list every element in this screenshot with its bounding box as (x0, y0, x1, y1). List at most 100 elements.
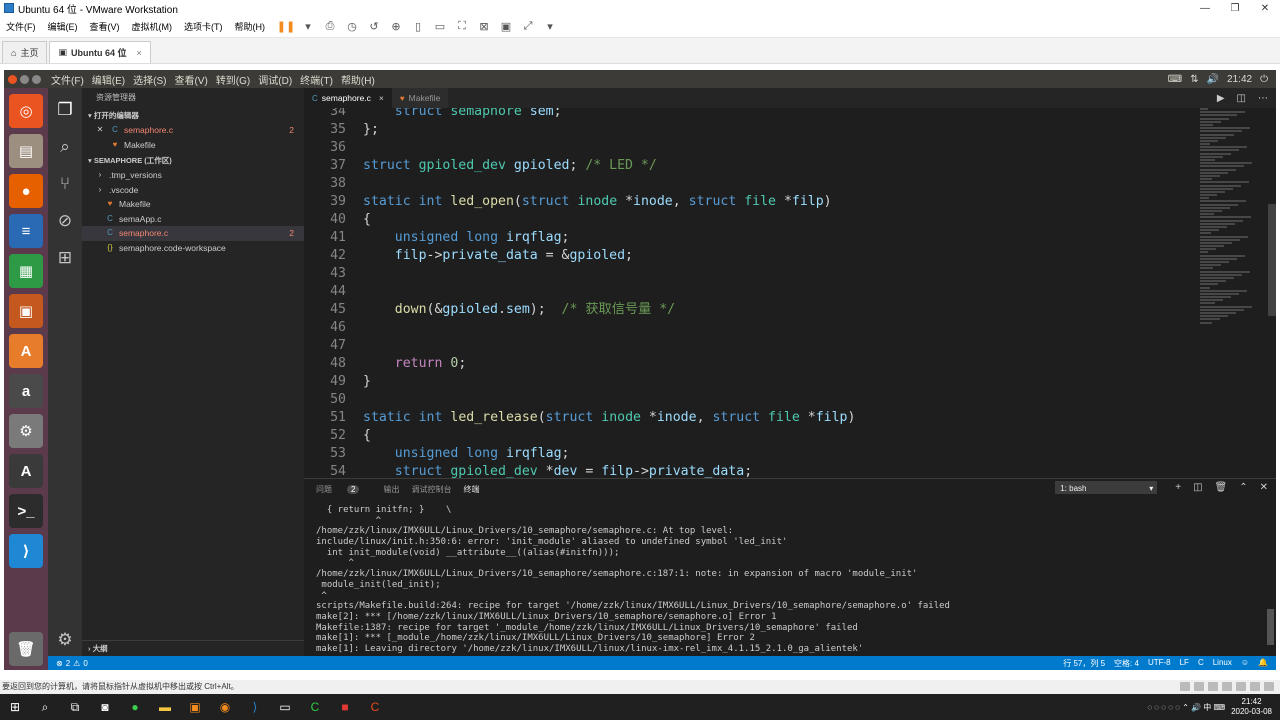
console-icon[interactable]: ▣ (497, 20, 515, 34)
vmware-taskbar-icon[interactable]: ▣ (180, 694, 210, 720)
updater-icon[interactable]: A (9, 454, 43, 488)
feedback-icon[interactable]: ☺ (1241, 658, 1249, 669)
search-icon[interactable]: ⌕ (53, 135, 77, 159)
editor-scrollbar[interactable] (1268, 204, 1276, 316)
code-menu-selection[interactable]: 选择(S) (129, 72, 170, 87)
task-view-icon[interactable]: ⧉ (60, 694, 90, 720)
red-app-icon[interactable]: ■ (330, 694, 360, 720)
cd-icon[interactable] (1194, 682, 1204, 691)
vscode-taskbar-icon[interactable]: ⟩ (240, 694, 270, 720)
outline-section[interactable]: › 大纲 (82, 640, 304, 656)
code-line[interactable]: 52 { (304, 427, 1194, 445)
close-icon[interactable]: ✕ (94, 123, 106, 138)
stretch-icon[interactable]: ⤢ (519, 20, 537, 34)
terminal-output[interactable]: { return initfn; } \ ^/home/zzk/linux/IM… (316, 505, 1256, 655)
code-menu-debug[interactable]: 调试(D) (254, 72, 296, 87)
terminal-scrollbar[interactable] (1267, 609, 1274, 645)
revert-snapshot-icon[interactable]: ↺ (365, 20, 383, 34)
chrome-icon[interactable]: ◉ (210, 694, 240, 720)
window-minimize-button[interactable] (20, 74, 29, 84)
debug-icon[interactable]: ⊘ (53, 209, 77, 233)
menu-view[interactable]: 查看(V) (84, 20, 126, 33)
tray-icons[interactable]: ◌ ◌ ◌ ◌ ◌ ⌃ 🔊 中 ⌨ (1147, 702, 1225, 713)
writer-icon[interactable]: ≡ (9, 214, 43, 248)
code-line[interactable]: 36 (304, 139, 1194, 157)
snapshot-manager-icon[interactable]: ⊕ (387, 20, 405, 34)
split-terminal-icon[interactable]: ◫ (1193, 482, 1202, 493)
open-editor-semaphore[interactable]: ✕ C semaphore.c 2 (82, 123, 304, 138)
code-menu-file[interactable]: 文件(F) (47, 72, 88, 87)
code-menu-help[interactable]: 帮助(H) (337, 72, 379, 87)
file-workspace[interactable]: {} semaphore.code-workspace (82, 241, 304, 256)
network-icon[interactable]: ⇅ (1190, 74, 1198, 85)
code-line[interactable]: 49} (304, 373, 1194, 391)
more-actions-icon[interactable]: ⋯ (1258, 93, 1268, 104)
code-menu-terminal[interactable]: 终端(T) (296, 72, 337, 87)
code-line[interactable]: 35}; (304, 121, 1194, 139)
search-icon[interactable]: ⌕ (30, 694, 60, 720)
code-line[interactable]: 38 (304, 175, 1194, 193)
minimap[interactable] (1200, 108, 1270, 368)
code-line[interactable]: 47 (304, 337, 1194, 355)
menu-edit[interactable]: 编辑(E) (42, 20, 84, 33)
code-line[interactable]: 48 return 0; (304, 355, 1194, 373)
code-line[interactable]: 51 static int led_release(struct inode *i… (304, 409, 1194, 427)
problems-status[interactable]: ⊗ 2 ⚠ 0 (48, 659, 88, 668)
amazon-icon[interactable]: a (9, 374, 43, 408)
usb-icon[interactable] (1222, 682, 1232, 691)
settings-icon[interactable]: ⚙ (9, 414, 43, 448)
camera-app-icon[interactable]: ◙ (90, 694, 120, 720)
file-semaapp[interactable]: C semaApp.c (82, 212, 304, 227)
end-of-line[interactable]: LF (1180, 658, 1189, 669)
calc-icon[interactable]: ▦ (9, 254, 43, 288)
editor-tab-semaphore[interactable]: C semaphore.c × (304, 88, 392, 108)
ubuntu-icon[interactable]: ◎ (9, 94, 43, 128)
split-editor-icon[interactable]: ◫ (1237, 93, 1246, 104)
code-menu-edit[interactable]: 编辑(E) (88, 72, 129, 87)
impress-icon[interactable]: ▣ (9, 294, 43, 328)
indentation[interactable]: 空格: 4 (1114, 658, 1139, 669)
minimize-button[interactable]: — (1190, 3, 1220, 14)
tab-home[interactable]: ⌂ 主页 (2, 41, 48, 63)
tab-terminal[interactable]: 终端 (463, 484, 479, 495)
green-app-icon[interactable]: ● (120, 694, 150, 720)
hdd-icon[interactable] (1180, 682, 1190, 691)
ide-icon[interactable]: ▭ (270, 694, 300, 720)
unity-icon[interactable]: ⊠ (475, 20, 493, 34)
ubuntu-clock[interactable]: 21:42 (1227, 74, 1252, 85)
folder-icon[interactable]: ▬ (150, 694, 180, 720)
code-line[interactable]: 46 (304, 319, 1194, 337)
folder-tmp-versions[interactable]: › .tmp_versions (82, 168, 304, 183)
code-line[interactable]: 34 struct semaphore sem; (304, 108, 1194, 121)
maximize-panel-icon[interactable]: ⌃ (1239, 482, 1247, 493)
run-icon[interactable]: ▶ (1217, 93, 1225, 104)
tab-problems[interactable]: 问题 2 (316, 484, 371, 495)
notifications-icon[interactable]: 🔔 (1258, 658, 1268, 669)
power-icon[interactable]: ⏻ (1260, 74, 1268, 85)
cursor-position[interactable]: 行 57，列 5 (1063, 658, 1105, 669)
open-editors-section[interactable]: ▾ 打开的编辑器 (82, 108, 304, 123)
close-button[interactable]: ✕ (1250, 3, 1280, 14)
software-icon[interactable]: A (9, 334, 43, 368)
code-line[interactable]: 39 static int led_open(struct inode *inod… (304, 193, 1194, 211)
network-adapter-icon[interactable] (1208, 682, 1218, 691)
terminal-icon[interactable]: >_ (9, 494, 43, 528)
display-icon[interactable] (1264, 682, 1274, 691)
menu-help[interactable]: 帮助(H) (229, 20, 272, 33)
snapshot-icon[interactable]: ◷ (343, 20, 361, 34)
editor-tab-makefile[interactable]: ♥ Makefile (391, 88, 449, 108)
code-line[interactable]: 43 (304, 265, 1194, 283)
send-keys-icon[interactable]: ⎙ (321, 20, 339, 34)
code-line[interactable]: 53 unsigned long irqflag; (304, 445, 1194, 463)
code-line[interactable]: 45 down(&gpioled.sem); /* 获取信号量 */ (304, 301, 1194, 319)
encoding[interactable]: UTF-8 (1148, 658, 1171, 669)
terminal-select[interactable]: 1: bash (1055, 481, 1158, 495)
code-line[interactable]: 50 (304, 391, 1194, 409)
code-line[interactable]: 37 struct gpioled_dev gpioled; /* LED */ (304, 157, 1194, 175)
window-maximize-button[interactable] (32, 74, 41, 84)
close-icon[interactable]: × (379, 93, 384, 103)
orange-app-icon[interactable]: C (360, 694, 390, 720)
folder-vscode[interactable]: › .vscode (82, 183, 304, 198)
stretch-dropdown-icon[interactable]: ▾ (541, 20, 559, 34)
windows-start-icon[interactable]: ⊞ (0, 694, 30, 720)
